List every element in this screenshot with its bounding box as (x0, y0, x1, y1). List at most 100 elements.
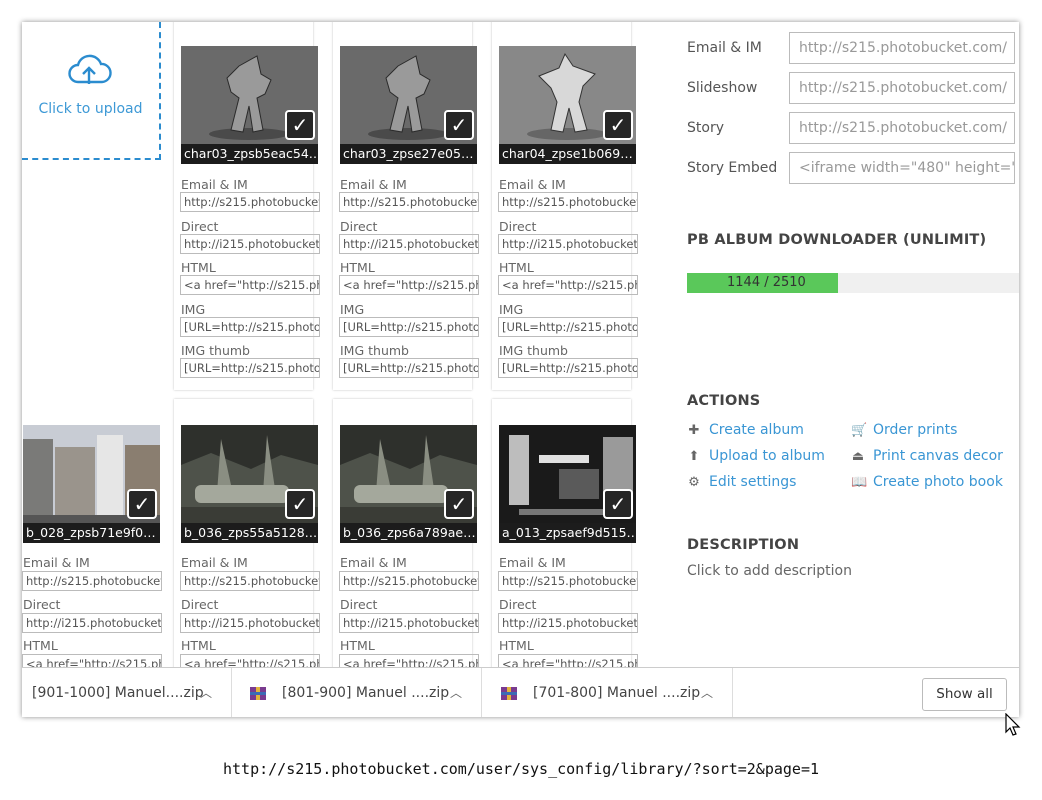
photo-card: char03_zpsb5eac54… ✓ Email & IM http://s… (174, 22, 320, 390)
field-label: IMG thumb (340, 343, 409, 358)
field-label: Direct (181, 597, 219, 612)
checkmark-icon[interactable]: ✓ (444, 489, 474, 519)
checkmark-icon[interactable]: ✓ (127, 489, 157, 519)
photo-thumbnail[interactable]: char03_zpsb5eac54… ✓ (181, 46, 318, 164)
email-im-field[interactable]: http://s215.photobucket.com/ (339, 192, 479, 212)
share-email-label: Email & IM (687, 40, 762, 56)
photo-card: char04_zpse1b069… ✓ Email & IM http://s2… (492, 22, 638, 390)
email-im-field[interactable]: http://s215.photobucket.com/ (22, 571, 162, 591)
edit-settings-link[interactable]: ⚙ Edit settings (687, 474, 796, 490)
img-field[interactable]: [URL=http://s215.photobucket (498, 317, 638, 337)
email-im-field[interactable]: http://s215.photobucket.com/ (180, 192, 320, 212)
email-im-field[interactable]: http://s215.photobucket.com/ (180, 571, 320, 591)
direct-field[interactable]: http://i215.photobucket.com/ (498, 613, 638, 633)
photo-thumbnail[interactable]: b_036_zps55a5128… ✓ (181, 425, 318, 543)
photo-thumbnail[interactable]: b_036_zps6a789ae… ✓ (340, 425, 477, 543)
email-im-field[interactable]: http://s215.photobucket.com/ (498, 571, 638, 591)
direct-field[interactable]: http://i215.photobucket.com/ (498, 234, 638, 254)
photo-thumbnail[interactable]: a_013_zpsaef9d515… ✓ (499, 425, 636, 543)
field-label: IMG (340, 302, 365, 317)
field-label: Direct (23, 597, 61, 612)
photo-caption: char03_zpse27e05… (340, 144, 477, 164)
action-label: Create album (709, 422, 804, 438)
html-field[interactable]: <a href="http://s215.photob (498, 275, 638, 295)
show-all-button[interactable]: Show all (922, 678, 1007, 711)
img-field[interactable]: [URL=http://s215.photobucket (180, 317, 320, 337)
chevron-up-icon[interactable]: ︿ (200, 668, 212, 717)
img-thumb-field[interactable]: [URL=http://s215.photobucket (339, 358, 479, 378)
upload-arrow-icon: ⬆ (688, 449, 700, 464)
actions-title: ACTIONS (687, 393, 761, 409)
download-filename: [701-800] Manuel ....zip (533, 685, 701, 701)
order-prints-link[interactable]: 🛒 Order prints (851, 422, 957, 438)
img-thumb-field[interactable]: [URL=http://s215.photobucket (180, 358, 320, 378)
page-url: http://s215.photobucket.com/user/sys_con… (222, 760, 820, 778)
share-story-field[interactable]: http://s215.photobucket.com/ (789, 112, 1015, 144)
action-label: Edit settings (709, 474, 797, 490)
chevron-up-icon[interactable]: ︿ (701, 668, 713, 717)
field-label: Email & IM (181, 555, 248, 570)
share-story-embed-field[interactable]: <iframe width="480" height=" (789, 152, 1015, 184)
field-label: HTML (181, 638, 216, 653)
plus-icon: ✚ (688, 423, 700, 438)
download-filename: [901-1000] Manuel....zip (32, 685, 204, 701)
field-label: Email & IM (499, 555, 566, 570)
create-photo-book-link[interactable]: 📖 Create photo book (851, 474, 1003, 490)
download-item[interactable]: [701-800] Manuel ....zip ︿ (482, 668, 733, 717)
photo-card: char03_zpse27e05… ✓ Email & IM http://s2… (333, 22, 479, 390)
img-thumb-field[interactable]: [URL=http://s215.photobucket (498, 358, 638, 378)
field-label: Direct (340, 219, 378, 234)
photo-thumbnail[interactable]: b_028_zpsb71e9f0… ✓ (23, 425, 160, 543)
email-im-field[interactable]: http://s215.photobucket.com/ (498, 192, 638, 212)
photo-caption: b_028_zpsb71e9f0… (23, 523, 160, 543)
field-label: IMG (181, 302, 206, 317)
chevron-up-icon[interactable]: ︿ (450, 668, 462, 717)
img-field[interactable]: [URL=http://s215.photobucket (339, 317, 479, 337)
field-label: Direct (499, 597, 537, 612)
field-label: HTML (340, 638, 375, 653)
checkmark-icon[interactable]: ✓ (603, 110, 633, 140)
field-label: HTML (181, 260, 216, 275)
direct-field[interactable]: http://i215.photobucket.com/ (339, 234, 479, 254)
field-label: HTML (23, 638, 58, 653)
action-label: Print canvas decor (873, 448, 1003, 464)
checkmark-icon[interactable]: ✓ (603, 489, 633, 519)
create-album-link[interactable]: ✚ Create album (687, 422, 804, 438)
email-im-field[interactable]: http://s215.photobucket.com/ (339, 571, 479, 591)
downloader-title: PB ALBUM DOWNLOADER (UNLIMIT) (687, 232, 987, 248)
share-slideshow-field[interactable]: http://s215.photobucket.com/ (789, 72, 1015, 104)
photo-card: b_036_zps6a789ae… ✓ Email & IM http://s2… (333, 399, 479, 699)
field-label: IMG (499, 302, 524, 317)
field-label: Direct (181, 219, 219, 234)
field-label: Email & IM (181, 177, 248, 192)
canvas-icon: ⏏ (851, 449, 865, 464)
action-label: Order prints (873, 422, 958, 438)
field-label: Email & IM (340, 555, 407, 570)
action-label: Create photo book (873, 474, 1003, 490)
cloud-upload-icon (68, 54, 112, 84)
checkmark-icon[interactable]: ✓ (444, 110, 474, 140)
direct-field[interactable]: http://i215.photobucket.com/ (22, 613, 162, 633)
field-label: Direct (340, 597, 378, 612)
checkmark-icon[interactable]: ✓ (285, 110, 315, 140)
share-email-field[interactable]: http://s215.photobucket.com/ (789, 32, 1015, 64)
html-field[interactable]: <a href="http://s215.photob (339, 275, 479, 295)
description-placeholder[interactable]: Click to add description (687, 563, 852, 579)
download-progress-bar: 1144 / 2510 (687, 273, 1019, 293)
field-label: HTML (499, 638, 534, 653)
share-story-embed-label: Story Embed (687, 160, 778, 176)
photo-thumbnail[interactable]: char03_zpse27e05… ✓ (340, 46, 477, 164)
checkmark-icon[interactable]: ✓ (285, 489, 315, 519)
upload-tile[interactable]: Click to upload (22, 22, 161, 160)
direct-field[interactable]: http://i215.photobucket.com/ (180, 234, 320, 254)
download-item[interactable]: [901-1000] Manuel....zip ︿ (22, 668, 232, 717)
html-field[interactable]: <a href="http://s215.photob (180, 275, 320, 295)
upload-to-album-link[interactable]: ⬆ Upload to album (687, 448, 825, 464)
download-item[interactable]: [801-900] Manuel ....zip ︿ (232, 668, 482, 717)
photo-card: b_036_zps55a5128… ✓ Email & IM http://s2… (174, 399, 320, 699)
photo-thumbnail[interactable]: char04_zpse1b069… ✓ (499, 46, 636, 164)
description-title: DESCRIPTION (687, 537, 800, 553)
direct-field[interactable]: http://i215.photobucket.com/ (339, 613, 479, 633)
direct-field[interactable]: http://i215.photobucket.com/ (180, 613, 320, 633)
print-canvas-decor-link[interactable]: ⏏ Print canvas decor (851, 448, 1003, 464)
